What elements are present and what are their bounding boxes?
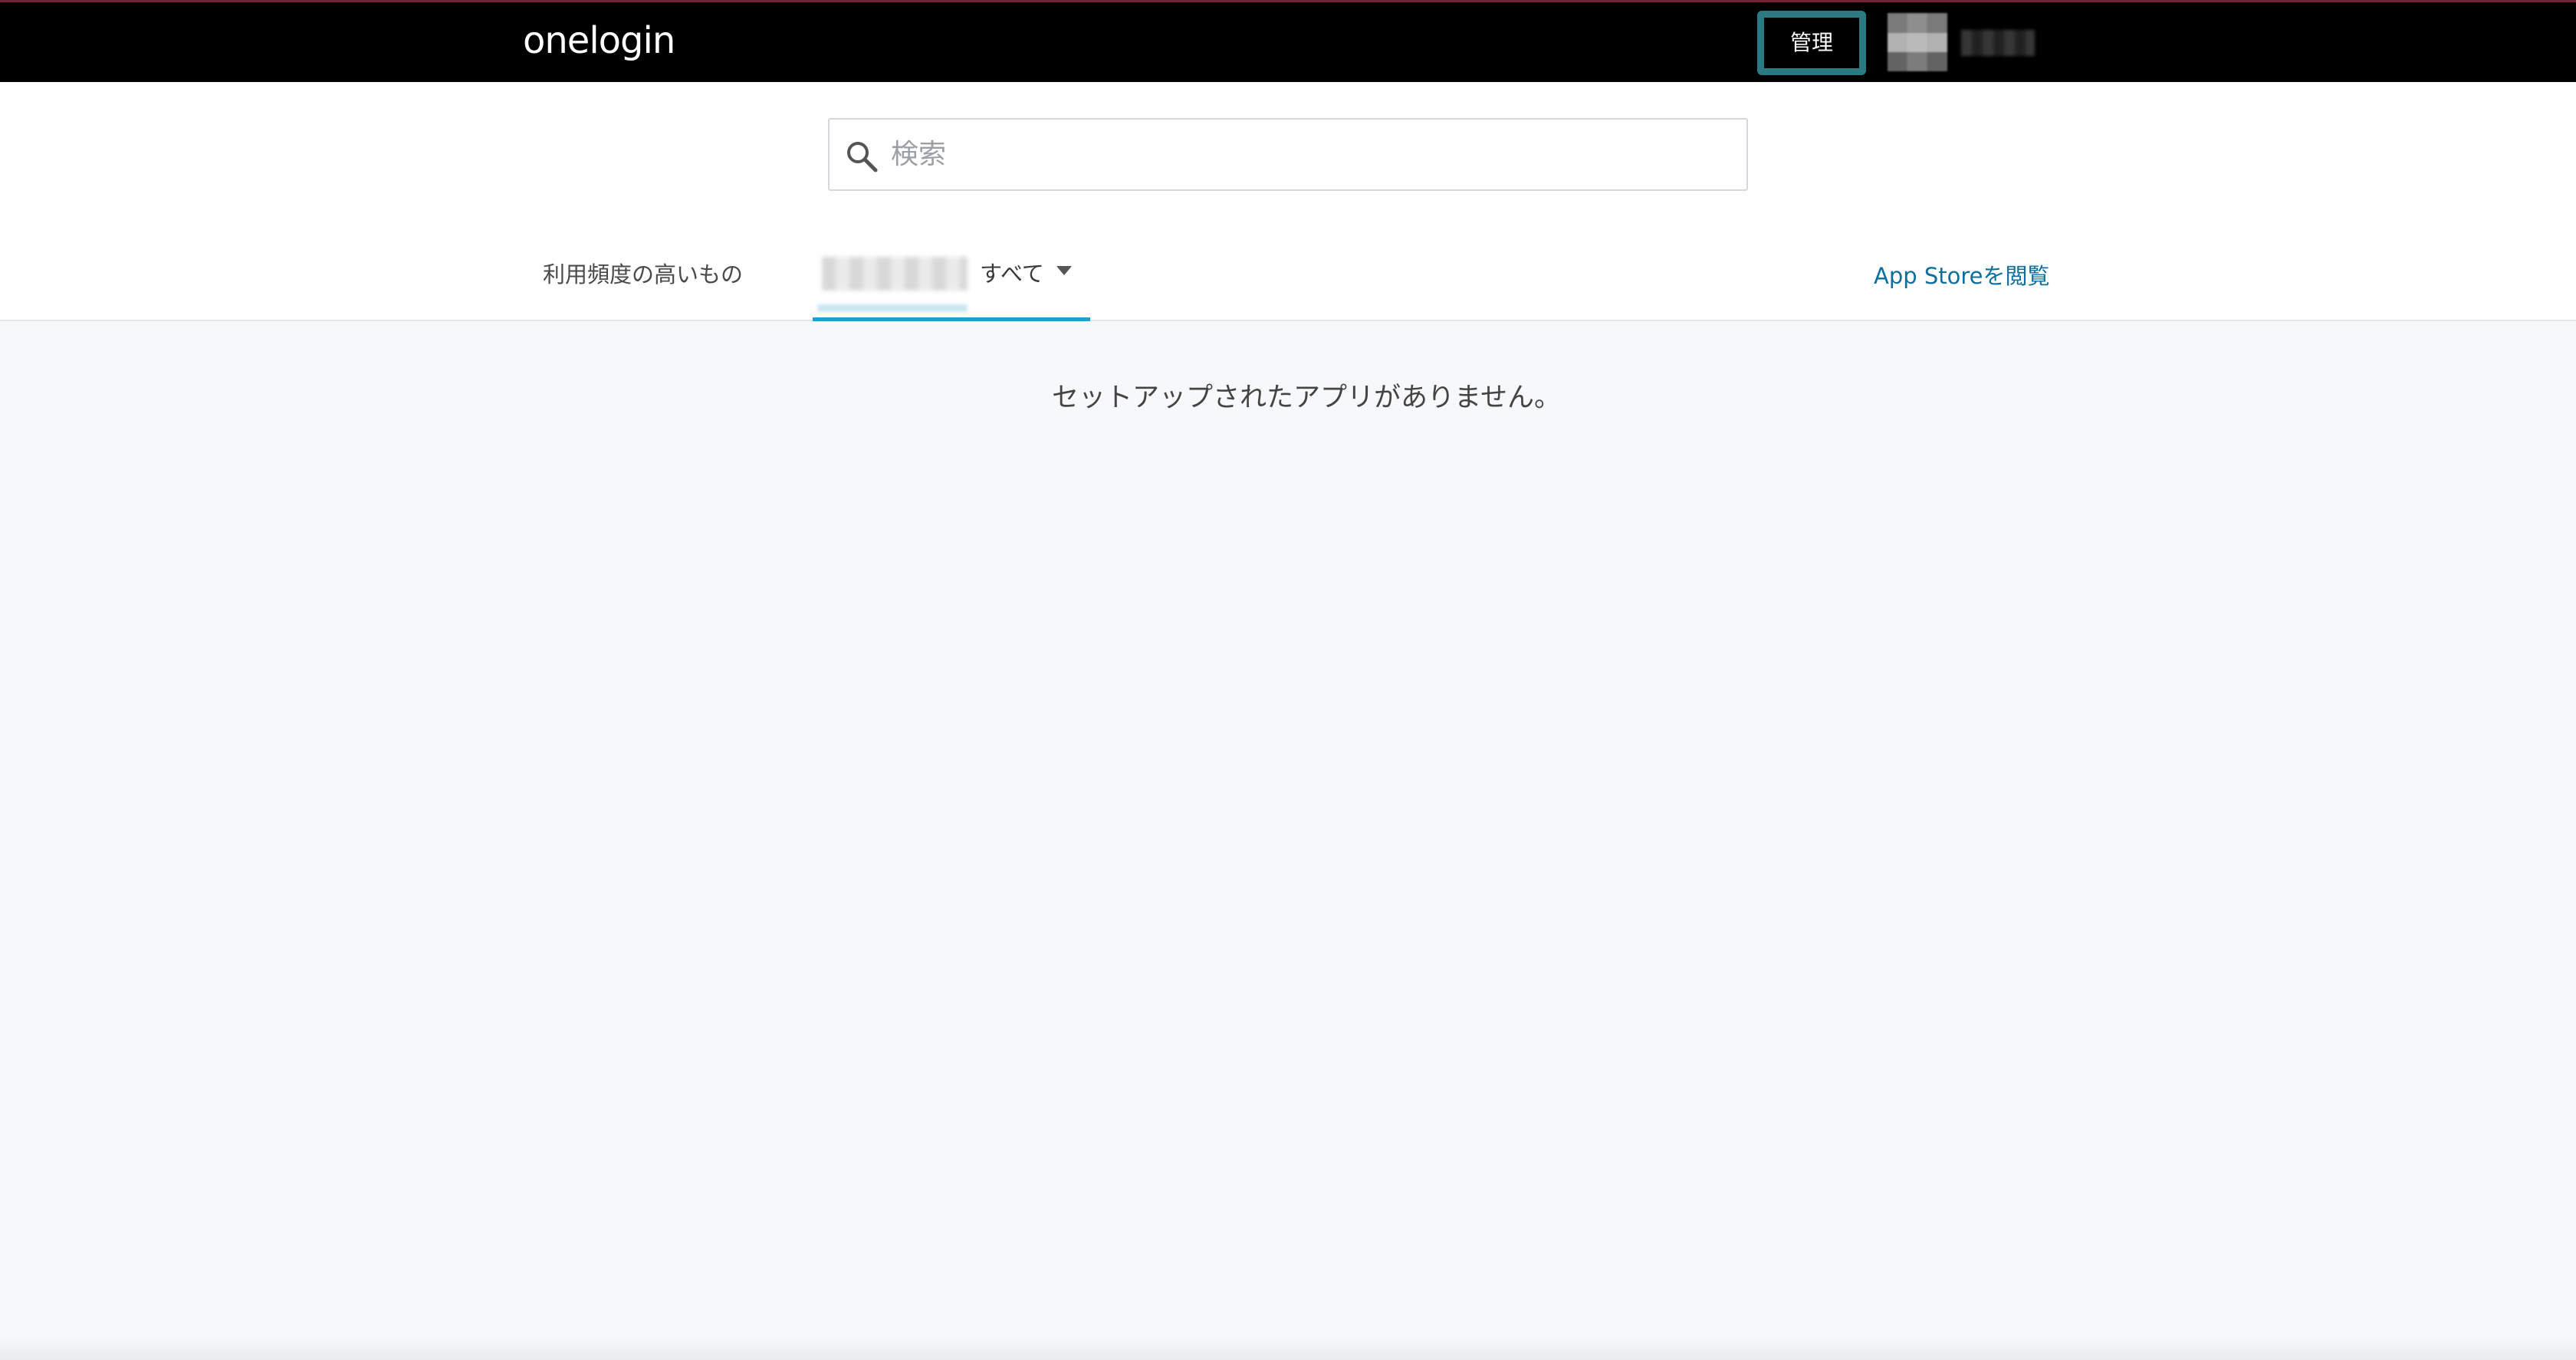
- tab-frequently-used[interactable]: 利用頻度の高いもの: [543, 257, 743, 289]
- admin-button[interactable]: 管理: [1757, 11, 1866, 75]
- chevron-down-icon: [1056, 266, 1072, 275]
- tab-all-label: すべて: [980, 261, 1044, 287]
- user-menu[interactable]: [1888, 13, 2041, 71]
- onelogin-logo[interactable]: onelogin: [523, 16, 675, 65]
- redacted-label: [822, 257, 968, 291]
- search-input[interactable]: [889, 120, 1733, 189]
- search-icon: [847, 142, 878, 172]
- browse-app-store-link[interactable]: App Storeを閲覧: [1874, 258, 2050, 291]
- search-box[interactable]: [828, 118, 1748, 191]
- redacted-underline: [817, 304, 968, 312]
- tab-all[interactable]: すべて: [813, 243, 1090, 321]
- bottom-shadow: [0, 1337, 2576, 1360]
- header-area: 利用頻度の高いもの すべて App Storeを閲覧: [0, 82, 2576, 321]
- avatar: [1888, 13, 1947, 71]
- user-name-redacted: [1961, 30, 2035, 56]
- active-tab-indicator: [813, 317, 1090, 321]
- empty-state-message: セットアップされたアプリがありません。: [1052, 383, 1561, 413]
- top-navigation-bar: onelogin 管理: [0, 0, 2576, 82]
